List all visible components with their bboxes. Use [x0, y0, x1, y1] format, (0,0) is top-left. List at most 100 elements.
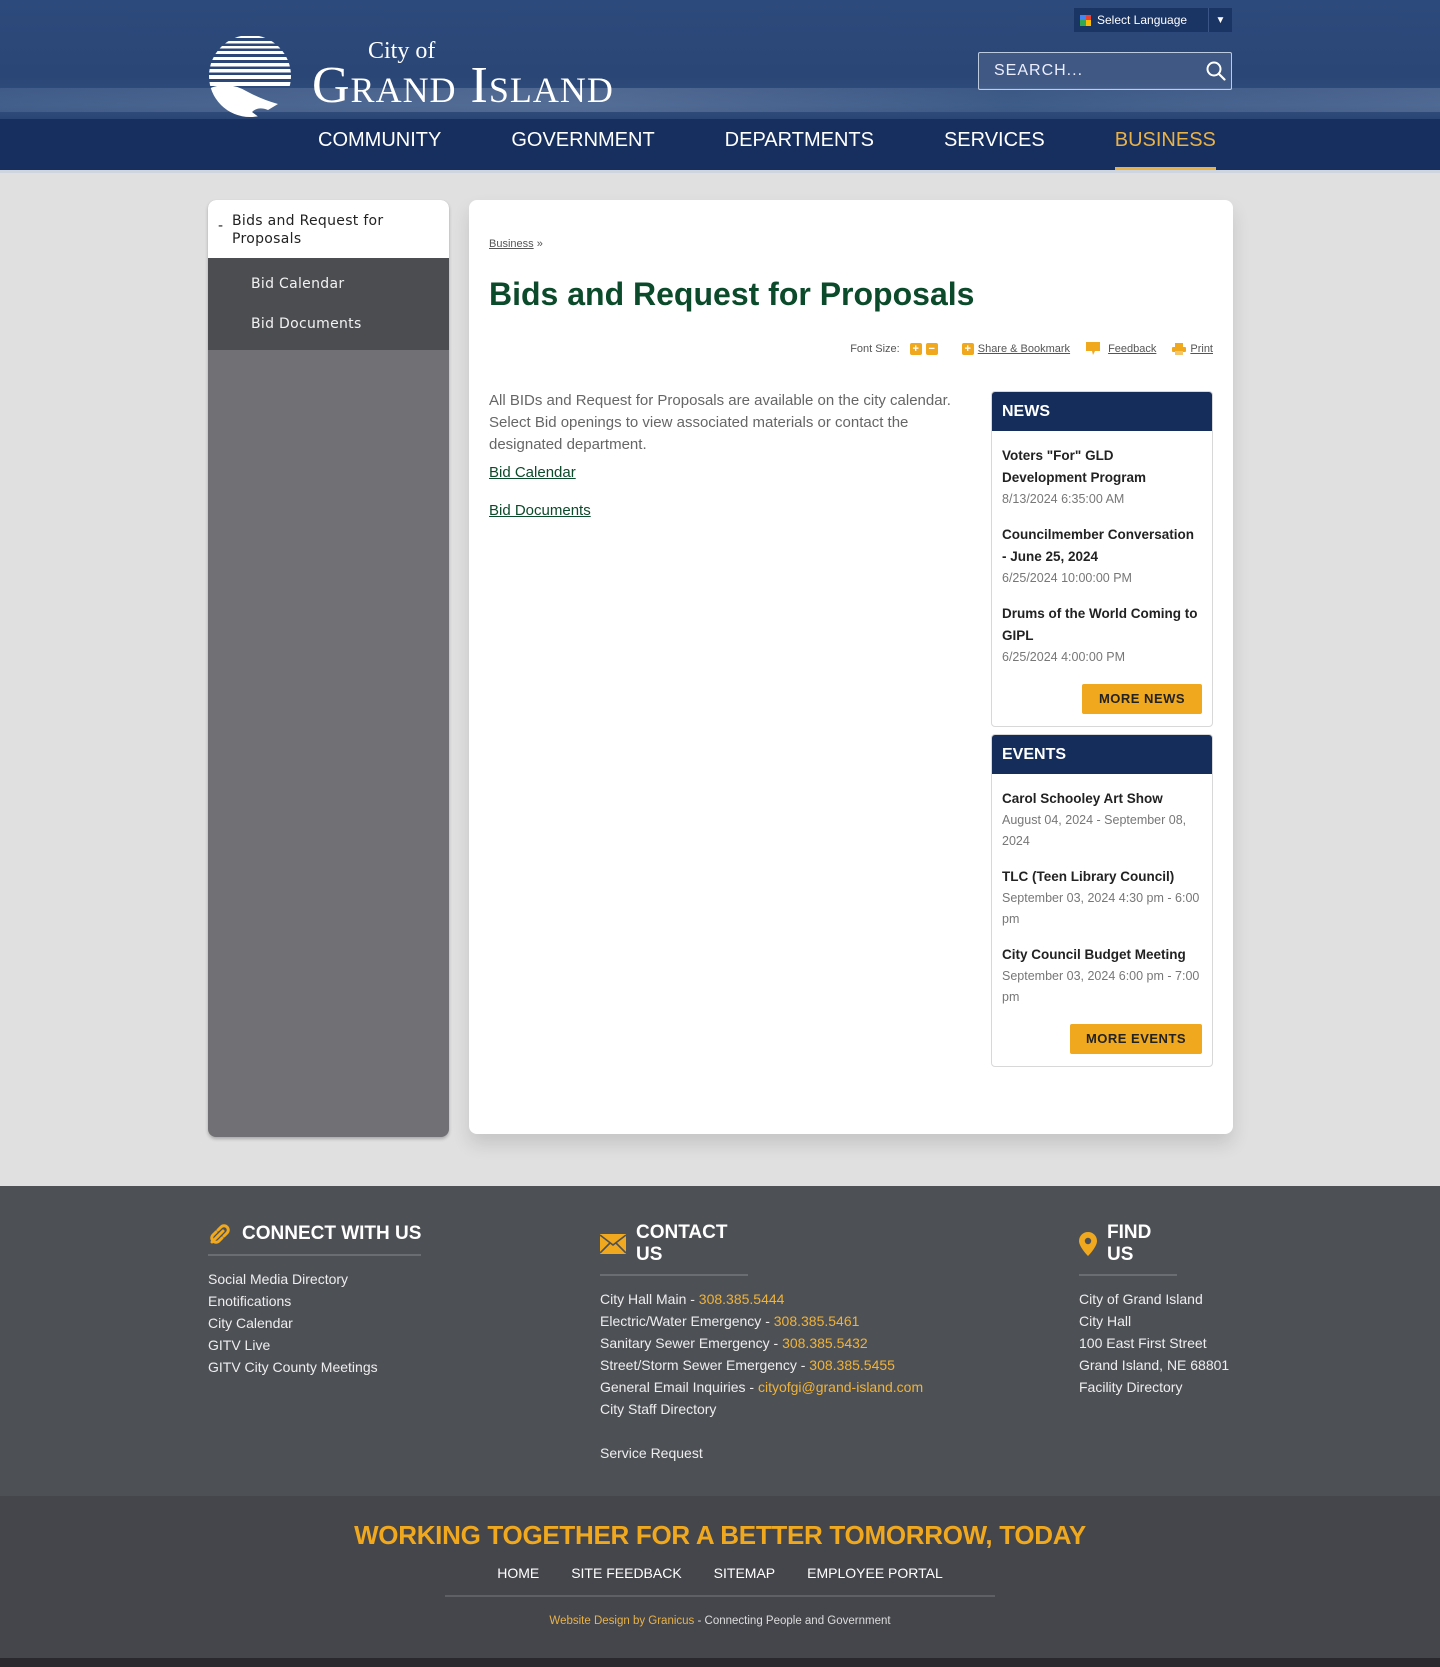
- share-bookmark-link[interactable]: Share & Bookmark: [978, 343, 1070, 355]
- event-item[interactable]: TLC (Teen Library Council) September 03,…: [992, 866, 1212, 930]
- more-events-button[interactable]: MORE EVENTS: [1070, 1024, 1202, 1054]
- footer-link-gitv-live[interactable]: GITV Live: [208, 1337, 270, 1353]
- search-input[interactable]: [979, 62, 1201, 80]
- news-heading: NEWS: [992, 392, 1212, 431]
- news-widget: NEWS Voters "For" GLD Development Progra…: [991, 391, 1213, 727]
- credit: Website Design by Granicus - Connecting …: [0, 1615, 1440, 1627]
- page-description: All BIDs and Request for Proposals are a…: [489, 392, 951, 453]
- phone-sanitary-sewer[interactable]: 308.385.5432: [782, 1335, 868, 1351]
- print-link[interactable]: Print: [1190, 343, 1213, 355]
- sidebar-current-label: Bids and Request for Proposals: [232, 213, 384, 247]
- event-item-date: August 04, 2024 - September 08, 2024: [1002, 813, 1187, 848]
- bottom-link-site-feedback[interactable]: SITE FEEDBACK: [571, 1565, 681, 1581]
- print-icon: [1172, 343, 1187, 355]
- language-select[interactable]: Select Language ▼: [1074, 8, 1232, 32]
- search-icon[interactable]: [1201, 53, 1231, 89]
- page-bottom-bar: [0, 1658, 1440, 1667]
- address-line: City Hall: [1079, 1313, 1132, 1329]
- address-line: 100 East First Street: [1079, 1335, 1207, 1351]
- chevron-down-icon[interactable]: ▼: [1208, 8, 1232, 32]
- site-logo[interactable]: City of Grand Island: [208, 34, 614, 118]
- news-item[interactable]: Drums of the World Coming to GIPL 6/25/2…: [992, 603, 1212, 668]
- news-item-title[interactable]: Drums of the World Coming to GIPL: [1002, 603, 1202, 647]
- event-item-date: September 03, 2024 6:00 pm - 7:00 pm: [1002, 969, 1200, 1004]
- more-news-button[interactable]: MORE NEWS: [1082, 684, 1202, 714]
- event-item-title[interactable]: City Council Budget Meeting: [1002, 944, 1202, 966]
- bottom-link-sitemap[interactable]: SITEMAP: [714, 1565, 775, 1581]
- search-box: [978, 52, 1232, 90]
- contact-us: CONTACT US City Hall Main - 308.385.5444…: [600, 1222, 923, 1464]
- phone-storm-sewer[interactable]: 308.385.5455: [809, 1357, 895, 1373]
- breadcrumb: Business »: [489, 238, 543, 250]
- nav-departments[interactable]: DEPARTMENTS: [725, 110, 874, 170]
- news-item-date: 8/13/2024 6:35:00 AM: [1002, 492, 1125, 506]
- link-chain-icon: [208, 1222, 232, 1246]
- envelope-icon: [600, 1234, 626, 1254]
- footer-link-social-media[interactable]: Social Media Directory: [208, 1271, 348, 1287]
- feedback-icon: [1086, 342, 1101, 355]
- connect-with-us: CONNECT WITH US Social Media Directory E…: [208, 1222, 422, 1378]
- address-line: Grand Island, NE 68801: [1079, 1357, 1230, 1373]
- news-item-date: 6/25/2024 4:00:00 PM: [1002, 650, 1126, 664]
- feedback-link[interactable]: Feedback: [1108, 343, 1156, 355]
- nav-community[interactable]: COMMUNITY: [318, 110, 441, 170]
- email-link[interactable]: cityofgi@grand-island.com: [758, 1379, 923, 1395]
- contact-label: City Hall Main -: [600, 1291, 699, 1307]
- bottom-links: HOME SITE FEEDBACK SITEMAP EMPLOYEE PORT…: [0, 1565, 1440, 1581]
- footer-link-enotifications[interactable]: Enotifications: [208, 1293, 291, 1309]
- granicus-link[interactable]: Website Design by Granicus: [549, 1615, 694, 1627]
- breadcrumb-business[interactable]: Business: [489, 238, 534, 250]
- event-item[interactable]: City Council Budget Meeting September 03…: [992, 944, 1212, 1008]
- language-select-label: Select Language: [1097, 13, 1188, 27]
- footer-divider: [445, 1595, 995, 1597]
- font-increase-icon[interactable]: +: [909, 343, 922, 355]
- breadcrumb-separator: »: [536, 238, 543, 250]
- footer-link-gitv-meetings[interactable]: GITV City County Meetings: [208, 1359, 378, 1375]
- footer-bottom: WORKING TOGETHER FOR A BETTER TOMORROW, …: [0, 1496, 1440, 1658]
- bottom-link-home[interactable]: HOME: [497, 1565, 539, 1581]
- event-item-title[interactable]: Carol Schooley Art Show: [1002, 788, 1202, 810]
- font-decrease-icon[interactable]: −: [925, 343, 938, 355]
- share-plus-icon: +: [961, 343, 974, 355]
- events-widget: EVENTS Carol Schooley Art Show August 04…: [991, 734, 1213, 1067]
- page-title: Bids and Request for Proposals: [489, 276, 975, 312]
- page-tools: Font Size: + − + Share & Bookmark Feedba…: [850, 342, 1213, 356]
- sidebar-item-bid-documents[interactable]: Bid Documents: [208, 304, 449, 344]
- service-request-link[interactable]: Service Request: [600, 1445, 703, 1461]
- news-item[interactable]: Councilmember Conversation - June 25, 20…: [992, 524, 1212, 589]
- sidebar-current-section[interactable]: - Bids and Request for Proposals: [208, 200, 449, 258]
- sidebar-submenu: Bid Calendar Bid Documents: [208, 258, 449, 350]
- nav-business[interactable]: BUSINESS: [1114, 110, 1217, 170]
- site-header: City of Grand Island Select Language ▼ C…: [0, 0, 1440, 170]
- nav-government[interactable]: GOVERNMENT: [511, 110, 654, 170]
- bottom-link-employee-portal[interactable]: EMPLOYEE PORTAL: [807, 1565, 943, 1581]
- main-nav: COMMUNITY GOVERNMENT DEPARTMENTS SERVICE…: [0, 110, 1440, 170]
- contact-label: General Email Inquiries -: [600, 1379, 758, 1395]
- nav-services[interactable]: SERVICES: [944, 110, 1045, 170]
- phone-electric-water[interactable]: 308.385.5461: [774, 1313, 860, 1329]
- event-item[interactable]: Carol Schooley Art Show August 04, 2024 …: [992, 788, 1212, 852]
- phone-city-hall[interactable]: 308.385.5444: [699, 1291, 785, 1307]
- bid-calendar-link[interactable]: Bid Calendar: [489, 464, 576, 481]
- news-item-title[interactable]: Councilmember Conversation - June 25, 20…: [1002, 524, 1202, 568]
- news-item-title[interactable]: Voters "For" GLD Development Program: [1002, 445, 1202, 489]
- find-us: FIND US City of Grand Island City Hall 1…: [1079, 1222, 1229, 1398]
- content-panel: Business » Bids and Request for Proposal…: [469, 200, 1233, 1134]
- map-pin-icon: [1079, 1232, 1097, 1256]
- contact-label: Sanitary Sewer Emergency -: [600, 1335, 783, 1351]
- bid-documents-link[interactable]: Bid Documents: [489, 502, 591, 519]
- facility-directory-link[interactable]: Facility Directory: [1079, 1379, 1182, 1395]
- event-item-title[interactable]: TLC (Teen Library Council): [1002, 866, 1202, 888]
- font-size-label: Font Size:: [850, 343, 900, 355]
- news-item[interactable]: Voters "For" GLD Development Program 8/1…: [992, 445, 1212, 510]
- find-heading: FIND US: [1107, 1222, 1152, 1265]
- site-footer: CONNECT WITH US Social Media Directory E…: [0, 1186, 1440, 1496]
- contact-label: Street/Storm Sewer Emergency -: [600, 1357, 810, 1373]
- events-heading: EVENTS: [992, 735, 1212, 774]
- collapse-icon[interactable]: -: [218, 217, 223, 235]
- footer-link-city-calendar[interactable]: City Calendar: [208, 1315, 293, 1331]
- staff-directory-link[interactable]: City Staff Directory: [600, 1401, 716, 1417]
- sidebar-item-bid-calendar[interactable]: Bid Calendar: [208, 264, 449, 304]
- logo-emblem-icon: [209, 36, 291, 117]
- logo-city-name: Grand Island: [312, 57, 614, 114]
